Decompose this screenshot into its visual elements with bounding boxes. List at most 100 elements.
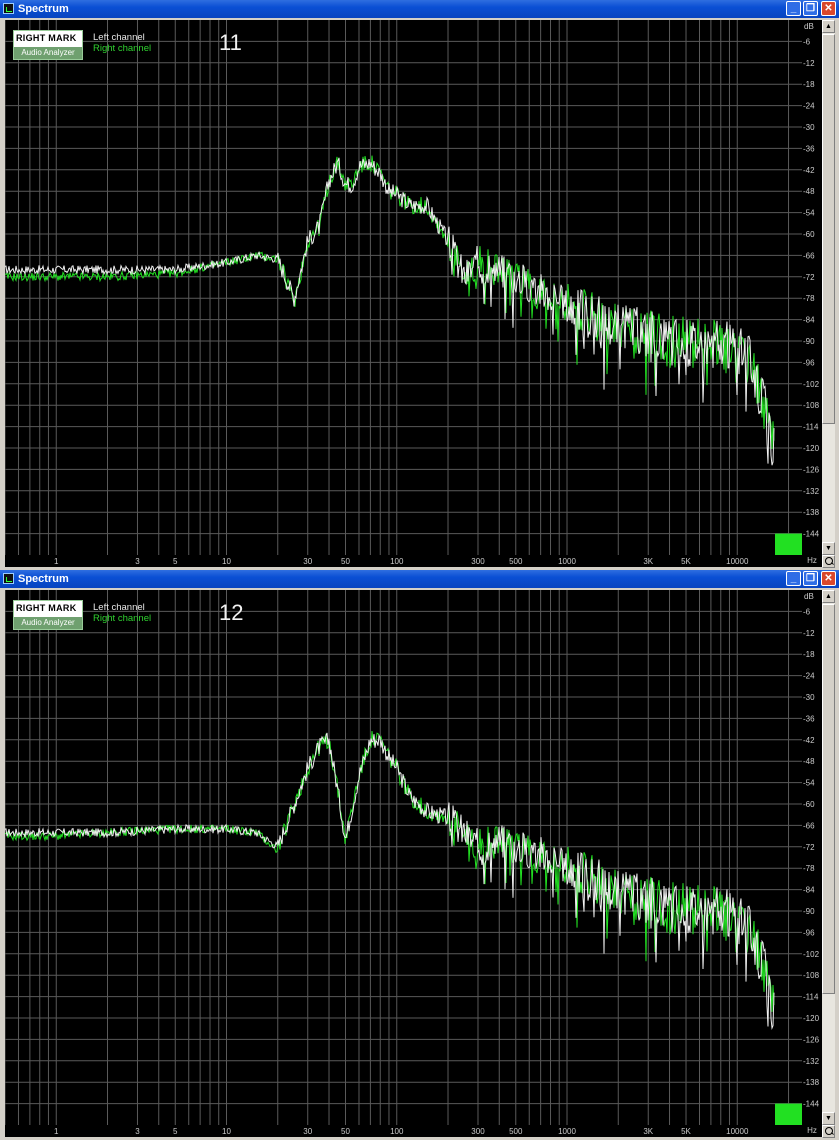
maximize-button[interactable]: ❐ xyxy=(803,1,818,16)
y-axis: dB -6 -12 -18 -24 -30 -36 -42 -48 -54 -60 -66 -72 -78… xyxy=(802,20,822,555)
x-axis-labels: 1 3 5 10 30 50 100 300 500 1000 3K 5K 10000 xyxy=(54,1127,749,1136)
scroll-up-arrow-icon[interactable]: ▲ xyxy=(822,20,835,33)
title-bar[interactable]: Spectrum _ ❐ ✕ xyxy=(0,570,839,588)
x-tick-label: 50 xyxy=(341,557,350,566)
y-tick-label: -18 xyxy=(803,650,815,659)
x-axis: 1 3 5 10 30 50 100 300 500 1000 3K 5K 10000 xyxy=(5,1125,802,1137)
y-tick-label: -12 xyxy=(803,59,815,68)
y-tick-label: -114 xyxy=(803,993,819,1002)
y-axis-labels: dB -6 -12 -18 -24 -30 -36 -42 -48 -54 -60 -66 -72 -78… xyxy=(803,592,820,1109)
legend-left-channel: Left channel xyxy=(93,602,145,613)
spectrum-plot: RIGHT MARK Audio Analyzer Left channel R… xyxy=(5,590,802,1125)
logo-text-bottom: Audio Analyzer xyxy=(14,617,82,629)
y-tick-label: -120 xyxy=(803,444,820,453)
y-tick-label: -120 xyxy=(803,1014,820,1023)
y-tick-label: -78 xyxy=(803,864,815,873)
x-tick-label: 5K xyxy=(681,557,691,566)
x-tick-label: 500 xyxy=(509,1127,523,1136)
vertical-scrollbar[interactable]: ▲ ▼ xyxy=(822,590,835,1125)
spectrum-chart xyxy=(5,20,802,555)
title-bar[interactable]: Spectrum _ ❐ ✕ xyxy=(0,0,839,18)
x-tick-label: 300 xyxy=(471,557,485,566)
x-tick-label: 500 xyxy=(509,557,523,566)
y-tick-label: -132 xyxy=(803,1057,820,1066)
y-tick-label: -144 xyxy=(803,1100,820,1109)
window-title: Spectrum xyxy=(18,573,69,585)
x-tick-label: 100 xyxy=(390,1127,404,1136)
logo-text-top: RIGHT MARK xyxy=(16,33,77,43)
zoom-icon[interactable] xyxy=(822,1125,835,1138)
x-tick-label: 1 xyxy=(54,1127,59,1136)
capture-label: 11 xyxy=(219,30,242,55)
noise-floor-block xyxy=(775,1103,802,1125)
rightmark-logo: RIGHT MARK Audio Analyzer xyxy=(13,600,83,630)
y-tick-label: -48 xyxy=(803,187,815,196)
logo-text-bottom: Audio Analyzer xyxy=(14,47,82,59)
capture-label: 12 xyxy=(219,600,244,625)
y-tick-label: -84 xyxy=(803,886,815,895)
y-tick-label: -18 xyxy=(803,80,815,89)
y-tick-label: -102 xyxy=(803,950,820,959)
legend-left-channel: Left channel xyxy=(93,32,145,43)
y-tick-label: -60 xyxy=(803,230,815,239)
x-tick-label: 10 xyxy=(222,557,231,566)
y-tick-label: -96 xyxy=(803,928,815,937)
zoom-icon[interactable] xyxy=(822,555,835,568)
noise-floor-block xyxy=(775,533,802,555)
y-tick-label: -30 xyxy=(803,693,815,702)
legend-right-channel: Right channel xyxy=(93,43,152,54)
x-tick-label: 3 xyxy=(135,557,140,566)
y-tick-label: -144 xyxy=(803,530,820,539)
y-tick-label: -78 xyxy=(803,294,815,303)
x-tick-label: 10000 xyxy=(726,557,749,566)
scroll-up-arrow-icon[interactable]: ▲ xyxy=(822,590,835,603)
y-tick-label: -6 xyxy=(803,37,811,46)
hz-unit-label: Hz xyxy=(802,1125,822,1137)
y-tick-label: -30 xyxy=(803,123,815,132)
scroll-down-arrow-icon[interactable]: ▼ xyxy=(822,542,835,555)
spectrum-window-2: Spectrum _ ❐ ✕ RIGHT MARK Audio Analyzer… xyxy=(0,570,839,1140)
scroll-thumb[interactable] xyxy=(822,34,835,424)
spectrum-chart xyxy=(5,590,802,1125)
y-tick-label: -36 xyxy=(803,144,815,153)
minimize-button[interactable]: _ xyxy=(786,571,801,586)
y-tick-label: -132 xyxy=(803,487,820,496)
legend-right-channel: Right channel xyxy=(93,613,152,624)
x-tick-label: 5 xyxy=(173,1127,178,1136)
x-tick-label: 5 xyxy=(173,557,178,566)
x-tick-label: 10000 xyxy=(726,1127,749,1136)
y-tick-label: -108 xyxy=(803,971,820,980)
minimize-button[interactable]: _ xyxy=(786,1,801,16)
y-tick-label: -84 xyxy=(803,316,815,325)
y-tick-label: -36 xyxy=(803,714,815,723)
y-tick-label: -126 xyxy=(803,1035,820,1044)
x-axis: 1 3 5 10 30 50 100 300 500 1000 3K 5K 10000 xyxy=(5,555,802,567)
x-tick-label: 30 xyxy=(303,1127,312,1136)
x-tick-label: 3 xyxy=(135,1127,140,1136)
x-tick-label: 1000 xyxy=(558,557,576,566)
x-tick-label: 50 xyxy=(341,1127,350,1136)
scroll-thumb[interactable] xyxy=(822,604,835,994)
y-tick-label: -54 xyxy=(803,779,815,788)
x-tick-label: 300 xyxy=(471,1127,485,1136)
maximize-button[interactable]: ❐ xyxy=(803,571,818,586)
y-tick-label: -90 xyxy=(803,907,815,916)
y-tick-label: -42 xyxy=(803,166,815,175)
y-tick-label: -114 xyxy=(803,423,819,432)
y-unit-label: dB xyxy=(804,22,814,31)
y-tick-label: -24 xyxy=(803,102,815,111)
vertical-scrollbar[interactable]: ▲ ▼ xyxy=(822,20,835,555)
close-button[interactable]: ✕ xyxy=(821,1,836,16)
y-tick-label: -60 xyxy=(803,800,815,809)
window-title: Spectrum xyxy=(18,3,69,15)
x-tick-label: 30 xyxy=(303,557,312,566)
x-tick-label: 10 xyxy=(222,1127,231,1136)
scroll-down-arrow-icon[interactable]: ▼ xyxy=(822,1112,835,1125)
y-tick-label: -72 xyxy=(803,273,815,282)
x-tick-label: 1000 xyxy=(558,1127,576,1136)
y-tick-label: -108 xyxy=(803,401,820,410)
close-button[interactable]: ✕ xyxy=(821,571,836,586)
spectrum-app-icon xyxy=(3,3,14,14)
spectrum-window-1: Spectrum _ ❐ ✕ RIGHT MARK Audio Analyzer… xyxy=(0,0,839,570)
y-tick-label: -42 xyxy=(803,736,815,745)
